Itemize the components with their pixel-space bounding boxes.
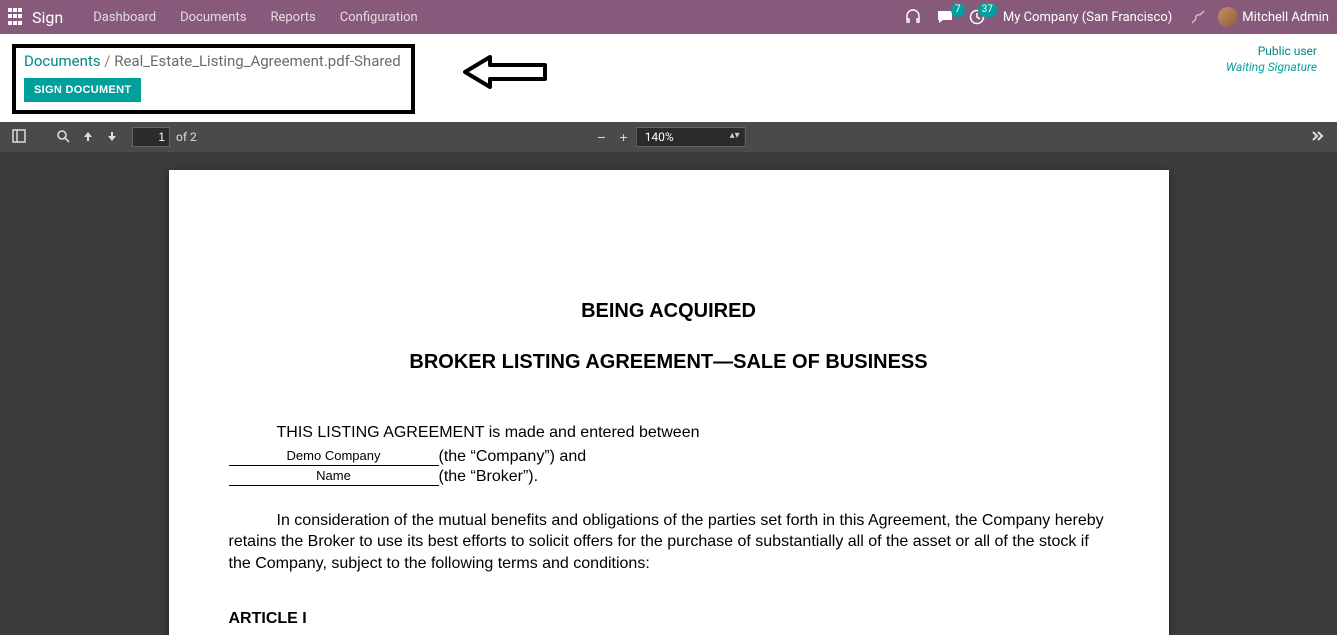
doc-heading-2: BROKER LISTING AGREEMENT—SALE OF BUSINES… bbox=[229, 351, 1109, 374]
breadcrumb: Documents / Real_Estate_Listing_Agreemen… bbox=[24, 52, 401, 70]
activities-badge: 37 bbox=[978, 3, 997, 17]
user-name: Mitchell Admin bbox=[1242, 10, 1329, 25]
apps-grid-icon[interactable] bbox=[8, 8, 26, 26]
zoom-select[interactable]: 140% bbox=[636, 127, 746, 147]
company-field[interactable]: Demo Company bbox=[229, 449, 439, 465]
app-name: Sign bbox=[32, 8, 63, 27]
signer-status: Public user Waiting Signature bbox=[1226, 44, 1325, 75]
avatar bbox=[1218, 7, 1238, 27]
search-icon[interactable] bbox=[50, 125, 76, 150]
page-total: of 2 bbox=[176, 130, 197, 144]
subheader: Documents / Real_Estate_Listing_Agreemen… bbox=[0, 34, 1337, 122]
zoom-in-icon[interactable]: + bbox=[614, 125, 634, 149]
toggle-sidebar-icon[interactable] bbox=[6, 125, 32, 150]
article-1: ARTICLE I bbox=[229, 610, 1109, 628]
messages-badge: 7 bbox=[951, 3, 965, 17]
support-icon[interactable] bbox=[901, 5, 925, 29]
messages-icon[interactable]: 7 bbox=[933, 5, 957, 29]
pdf-toolbar: of 2 − + 140% ▴▾ bbox=[0, 122, 1337, 152]
breadcrumb-highlight-box: Documents / Real_Estate_Listing_Agreemen… bbox=[12, 44, 415, 114]
sign-document-button[interactable]: SIGN DOCUMENT bbox=[24, 78, 141, 102]
doc-heading-1: BEING ACQUIRED bbox=[229, 300, 1109, 323]
company-field-row: Demo Company (the “Company”) and bbox=[229, 448, 1109, 466]
signer-state: Waiting Signature bbox=[1226, 60, 1317, 76]
signer-name: Public user bbox=[1226, 44, 1317, 60]
company-suffix: (the “Company”) and bbox=[439, 448, 587, 466]
nav-reports[interactable]: Reports bbox=[258, 0, 327, 34]
zoom-value: 140% bbox=[645, 130, 674, 144]
nav-documents[interactable]: Documents bbox=[168, 0, 258, 34]
prev-page-icon[interactable] bbox=[76, 125, 100, 149]
zoom-controls: − + 140% ▴▾ bbox=[591, 125, 745, 149]
nav-configuration[interactable]: Configuration bbox=[328, 0, 430, 34]
zoom-out-icon[interactable]: − bbox=[591, 125, 611, 149]
broker-field[interactable]: Name bbox=[229, 469, 439, 485]
annotation-arrow-icon bbox=[460, 52, 550, 96]
tools-expand-icon[interactable] bbox=[1303, 125, 1331, 150]
top-navbar: Sign Dashboard Documents Reports Configu… bbox=[0, 0, 1337, 34]
activities-icon[interactable]: 37 bbox=[965, 5, 989, 29]
nav-right: 7 37 My Company (San Francisco) Mitchell… bbox=[901, 5, 1329, 29]
debug-icon[interactable] bbox=[1186, 5, 1210, 29]
nav-left: Sign Dashboard Documents Reports Configu… bbox=[8, 0, 430, 34]
breadcrumb-sep: / bbox=[104, 52, 110, 70]
broker-suffix: (the “Broker”). bbox=[439, 468, 539, 486]
pdf-page: BEING ACQUIRED BROKER LISTING AGREEMENT—… bbox=[169, 170, 1169, 635]
user-menu[interactable]: Mitchell Admin bbox=[1218, 7, 1329, 27]
nav-dashboard[interactable]: Dashboard bbox=[81, 0, 168, 34]
doc-intro: THIS LISTING AGREEMENT is made and enter… bbox=[229, 422, 1109, 444]
broker-field-row: Name (the “Broker”). bbox=[229, 468, 1109, 486]
page-number-input[interactable] bbox=[132, 127, 170, 147]
company-selector[interactable]: My Company (San Francisco) bbox=[997, 10, 1178, 25]
next-page-icon[interactable] bbox=[100, 125, 124, 149]
breadcrumb-current: Real_Estate_Listing_Agreement.pdf-Shared bbox=[114, 52, 400, 70]
pdf-viewport[interactable]: BEING ACQUIRED BROKER LISTING AGREEMENT—… bbox=[0, 152, 1337, 635]
breadcrumb-root[interactable]: Documents bbox=[24, 52, 101, 70]
doc-para-consideration: In consideration of the mutual benefits … bbox=[229, 510, 1109, 575]
